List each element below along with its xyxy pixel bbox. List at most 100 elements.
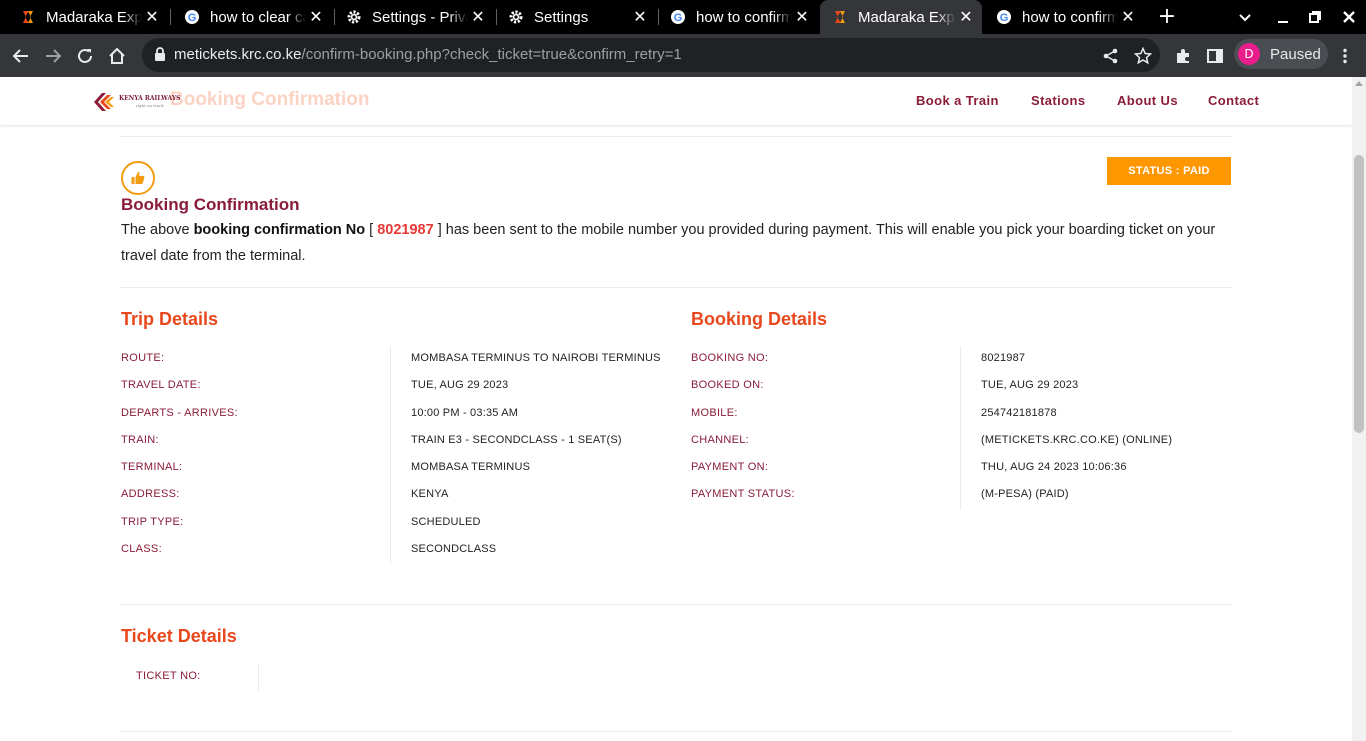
logo-tagline: right on track [135,103,164,108]
detail-value: KENYA [411,488,449,501]
close-icon[interactable]: ✕ [956,7,976,27]
side-panel-icon[interactable] [1202,43,1228,69]
detail-value: TRAIN E3 - SECONDCLASS - 1 SEAT(S) [411,433,622,446]
tab-google-how-to-confirm-2[interactable]: G how to confirm ✕ [984,0,1144,34]
detail-value: SECONDCLASS [411,543,497,556]
detail-row-class: CLASS: SECONDCLASS [121,543,661,570]
detail-row-trip-type: TRIP TYPE: SCHEDULED [121,516,661,543]
booking-confirmation-message: The above booking confirmation No [ 8021… [121,217,1221,269]
detail-row-route: ROUTE: MOMBASA TERMINUS TO NAIROBI TERMIN… [121,352,661,379]
url-path: /confirm-booking.php?check_ticket=true&c… [301,46,682,63]
detail-label: ADDRESS: [121,488,180,501]
tab-title: how to clear cache [210,8,306,26]
detail-row-departs-arrives: DEPARTS - ARRIVES: 10:00 PM - 03:35 AM [121,407,661,434]
trip-details-list: ROUTE: MOMBASA TERMINUS TO NAIROBI TERMIN… [121,352,661,570]
tab-madaraka-express-1[interactable]: Madaraka Express ✕ [8,0,168,34]
kenya-railways-logo[interactable]: KENYA RAILWAYS right on track [92,91,181,113]
thumbs-up-icon [121,161,155,195]
close-icon[interactable]: ✕ [468,7,488,27]
nav-about-us[interactable]: About Us [1117,93,1178,108]
madaraka-logo-icon [20,9,36,25]
close-icon[interactable]: ✕ [142,7,162,27]
google-icon: G [184,9,200,25]
url-host: metickets.krc.co.ke [174,46,302,63]
message-bracket-close: ] [433,222,442,238]
bookmark-star-icon[interactable] [1133,46,1153,65]
ticket-details-list: TICKET NO: [136,670,536,697]
page-scrollbar[interactable] [1352,77,1366,741]
reload-icon[interactable] [72,43,98,69]
close-icon[interactable]: ✕ [630,7,650,27]
restore-icon[interactable] [1300,0,1330,34]
nav-stations[interactable]: Stations [1031,93,1085,108]
scrollbar-thumb[interactable] [1354,155,1364,433]
detail-value: 254742181878 [981,406,1057,419]
profile-button[interactable]: D Paused [1234,39,1328,69]
close-icon[interactable]: ✕ [1118,7,1138,27]
detail-value: TUE, AUG 29 2023 [981,379,1079,392]
back-arrow-icon[interactable] [8,43,34,69]
booking-details-list: BOOKING NO: 8021987 BOOKED ON: TUE, AUG 29… [691,352,1231,516]
svg-text:G: G [1000,12,1009,24]
tab-madaraka-express-active[interactable]: Madaraka Express ✕ [820,0,982,34]
tab-settings[interactable]: Settings ✕ [496,0,656,34]
detail-value: (METICKETS.KRC.CO.KE) (ONLINE) [981,433,1173,446]
lock-icon[interactable] [154,47,166,66]
detail-value: MOMBASA TERMINUS [411,461,531,474]
forward-arrow-icon[interactable] [40,43,66,69]
page-title-ghost: Booking Confirmation [170,89,370,110]
tab-google-clear-cache[interactable]: G how to clear cache ✕ [172,0,332,34]
tab-search-chevron-down-icon[interactable] [1230,0,1260,34]
detail-label: TICKET NO: [136,670,201,682]
message-text-pre: The above [121,222,194,238]
nav-book-a-train[interactable]: Book a Train [916,93,999,108]
detail-row-booked-on: BOOKED ON: TUE, AUG 29 2023 [691,379,1231,406]
address-bar[interactable]: metickets.krc.co.ke/confirm-booking.php?… [142,38,1160,72]
detail-row-payment-status: PAYMENT STATUS: (M-PESA) (PAID) [691,488,1231,515]
minimize-icon[interactable] [1268,0,1298,34]
tab-separator [170,9,171,25]
gear-icon [508,9,524,25]
detail-label: PAYMENT ON: [691,461,769,474]
detail-label: TERMINAL: [121,461,183,474]
nav-contact[interactable]: Contact [1208,93,1259,108]
trip-details-heading: Trip Details [121,309,219,329]
close-icon[interactable]: ✕ [306,7,326,27]
booking-confirmation-heading: Booking Confirmation [121,195,300,214]
home-icon[interactable] [104,43,130,69]
scroll-up-arrow-icon[interactable] [1355,81,1363,86]
url-text[interactable]: metickets.krc.co.ke/confirm-booking.php?… [174,46,682,63]
detail-value: TUE, AUG 29 2023 [411,379,509,392]
site-header: Booking Confirmation KENYA RAILWAYS right… [0,77,1352,125]
detail-row-channel: CHANNEL: (METICKETS.KRC.CO.KE) (ONLINE) [691,434,1231,461]
detail-row-train: TRAIN: TRAIN E3 - SECONDCLASS - 1 SEAT(S) [121,434,661,461]
divider [121,287,1231,288]
tab-title: Settings [534,8,589,26]
tab-title: Madaraka Express [46,8,142,26]
new-tab-plus-icon[interactable]: + [1156,5,1178,29]
tab-google-how-to-confirm-1[interactable]: G how to confirm ✕ [658,0,818,34]
detail-label: TRIP TYPE: [121,515,184,528]
divider [121,604,1231,605]
detail-value: (M-PESA) (PAID) [981,488,1069,501]
close-icon[interactable]: ✕ [792,7,812,27]
tab-title: Madaraka Express [858,8,956,26]
tab-title: Settings - Privacy [372,8,468,26]
booking-details-heading: Booking Details [691,309,828,329]
detail-label: BOOKED ON: [691,379,764,392]
browser-tab-strip: Madaraka Express ✕ G how to clear cache … [0,0,1366,34]
detail-row-ticket-no: TICKET NO: [136,670,536,697]
kebab-menu-icon[interactable] [1332,43,1358,69]
detail-value: MOMBASA TERMINUS TO NAIROBI TERMINUS [411,352,661,364]
detail-row-travel-date: TRAVEL DATE: TUE, AUG 29 2023 [121,379,661,406]
browser-toolbar: metickets.krc.co.ke/confirm-booking.php?… [0,34,1366,77]
window-close-icon[interactable] [1334,0,1364,34]
tab-settings-privacy[interactable]: Settings - Privacy ✕ [334,0,494,34]
detail-value: SCHEDULED [411,515,481,528]
svg-text:G: G [674,12,683,24]
page-viewport: Booking Confirmation KENYA RAILWAYS right… [0,77,1366,741]
detail-label: TRAVEL DATE: [121,379,201,392]
detail-label: MOBILE: [691,406,738,419]
share-icon[interactable] [1102,47,1120,65]
extensions-puzzle-icon[interactable] [1170,43,1196,69]
